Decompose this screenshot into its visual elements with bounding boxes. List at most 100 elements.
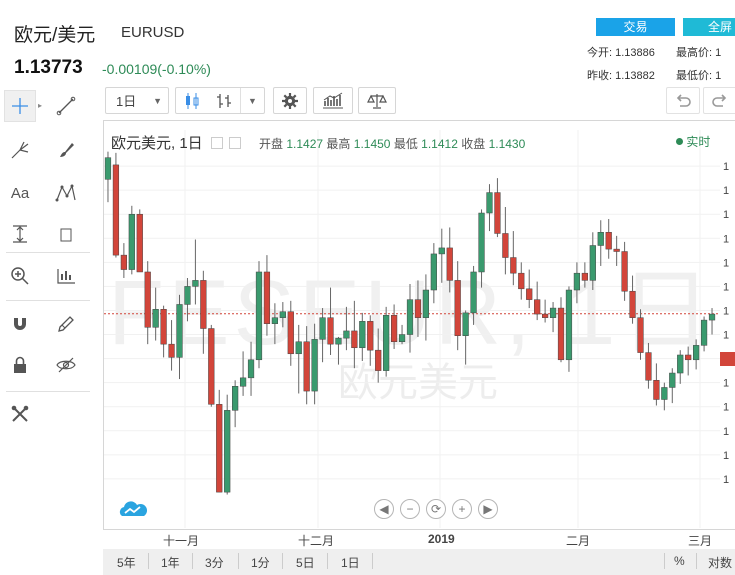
lock-tool[interactable]: [4, 349, 36, 381]
toolbar-divider: [6, 252, 90, 253]
scroll-right-button[interactable]: ▶: [478, 499, 498, 519]
range-separator: [372, 553, 373, 569]
brand-logo-icon: [119, 501, 148, 516]
drawing-toolbar: ▸ Aa: [0, 82, 96, 575]
watermark-name: 欧元美元: [338, 361, 498, 405]
fullscreen-button[interactable]: 全屏: [683, 18, 735, 36]
settings-button[interactable]: [273, 87, 307, 114]
chart-instrument-name: 欧元美元, 1日: [111, 135, 203, 152]
high-val: 1.1450: [353, 137, 391, 151]
range-5y[interactable]: 5年: [117, 554, 136, 571]
undo-icon: [676, 93, 691, 107]
measure-icon: [13, 225, 27, 243]
magnet-tool[interactable]: [4, 308, 36, 340]
range-separator: [327, 553, 328, 569]
indicators-button[interactable]: [313, 87, 353, 114]
zoom-out-button[interactable]: −: [400, 499, 420, 519]
high-value: 1: [715, 47, 722, 59]
crosshair-tool[interactable]: [4, 90, 36, 122]
measure-tool[interactable]: [4, 218, 36, 250]
live-dot-icon: [676, 138, 683, 145]
crosshair-icon: [12, 98, 28, 114]
interval-value: 1日: [116, 94, 137, 109]
chart-legend: 欧元美元, 1日: [111, 132, 242, 153]
close-key: 收盘: [461, 137, 486, 151]
undo-button[interactable]: [666, 87, 700, 114]
open-key: 开盘: [259, 137, 284, 151]
range-bar: [103, 549, 735, 575]
scroll-left-button[interactable]: ◀: [374, 499, 394, 519]
price-change: -0.00109(-0.10%): [102, 61, 211, 77]
realtime-label: 实时: [686, 135, 711, 149]
trendline-icon: [56, 96, 76, 116]
range-separator: [192, 553, 193, 569]
ruler-tool[interactable]: [50, 260, 82, 292]
crosshair-more-icon[interactable]: ▸: [38, 101, 42, 110]
compare-button[interactable]: [358, 87, 396, 114]
reset-button[interactable]: ⟳: [426, 499, 446, 519]
redo-button[interactable]: [703, 87, 735, 114]
range-5d[interactable]: 5日: [296, 554, 315, 571]
chevron-down-icon: ▼: [153, 95, 162, 106]
prev-close-value: 1.13882: [615, 70, 655, 82]
rectangle-tool[interactable]: [50, 218, 82, 250]
redo-icon: [712, 93, 727, 107]
ruler-icon: [57, 269, 75, 284]
trendline-tool[interactable]: [50, 90, 82, 122]
prev-close-stat: 昨收: 1.13882: [587, 67, 655, 83]
x-label: 2019: [428, 532, 455, 546]
high-label: 最高价:: [676, 47, 713, 59]
x-label: 十二月: [298, 534, 335, 548]
range-separator: [148, 553, 149, 569]
range-3m[interactable]: 3分: [205, 554, 224, 571]
low-value: 1: [715, 70, 722, 82]
prev-close-label: 昨收:: [587, 70, 613, 82]
candles-icon: [176, 92, 208, 110]
rectangle-icon: [60, 228, 72, 242]
percent-toggle[interactable]: %: [674, 554, 685, 568]
interval-select[interactable]: 1日 ▼: [105, 87, 169, 114]
remove-drawings-tool[interactable]: [4, 398, 36, 430]
gear-icon: [282, 92, 298, 109]
pencil-lock-tool[interactable]: [50, 308, 82, 340]
zoom-in-button[interactable]: +: [452, 499, 472, 519]
chart-toolbar: 1日 ▼ ▼: [100, 82, 735, 118]
bars-icon: [208, 92, 240, 110]
range-separator: [238, 553, 239, 569]
eye-off-icon: [56, 357, 76, 373]
trade-button[interactable]: 交易: [596, 18, 675, 36]
scale-icon: [367, 93, 387, 109]
open-stat: 今开: 1.13886: [587, 44, 655, 60]
low-label: 最低价:: [676, 70, 713, 82]
low-stat: 最低价: 1: [676, 67, 721, 83]
eye-icon[interactable]: [210, 137, 223, 149]
high-stat: 最高价: 1: [676, 44, 721, 60]
range-separator: [696, 553, 697, 569]
last-price-marker: [720, 352, 735, 366]
instrument-symbol: EURUSD: [121, 24, 185, 41]
chart-type-select[interactable]: ▼: [175, 87, 265, 114]
range-1m[interactable]: 1分: [251, 554, 270, 571]
open-value: 1.13886: [615, 47, 655, 59]
close-val: 1.1430: [488, 137, 526, 151]
text-tool[interactable]: Aa: [4, 177, 36, 209]
current-price: 1.13773: [14, 57, 83, 78]
chart-type-chevron-icon: ▼: [240, 88, 264, 113]
range-1y[interactable]: 1年: [161, 554, 180, 571]
pitchfork-tool[interactable]: [4, 134, 36, 166]
pattern-tool[interactable]: [50, 177, 82, 209]
zoom-in-icon: [11, 267, 29, 285]
ohlc-readout: 开盘 1.1427 最高 1.1450 最低 1.1412 收盘 1.1430: [259, 135, 525, 152]
open-val: 1.1427: [286, 137, 324, 151]
zoom-tool[interactable]: [4, 260, 36, 292]
pattern-icon: [55, 184, 76, 202]
lock-icon: [14, 356, 26, 373]
log-toggle[interactable]: 对数: [708, 554, 732, 571]
range-1d[interactable]: 1日: [341, 554, 360, 571]
settings-small-icon[interactable]: [229, 137, 242, 149]
hide-drawings-tool[interactable]: [50, 349, 82, 381]
app-root: 欧元/美元 EURUSD 1.13773 -0.00109(-0.10%) 交易…: [0, 0, 735, 575]
magnet-icon: [14, 318, 26, 330]
brush-tool[interactable]: [50, 134, 82, 166]
range-separator: [664, 553, 665, 569]
